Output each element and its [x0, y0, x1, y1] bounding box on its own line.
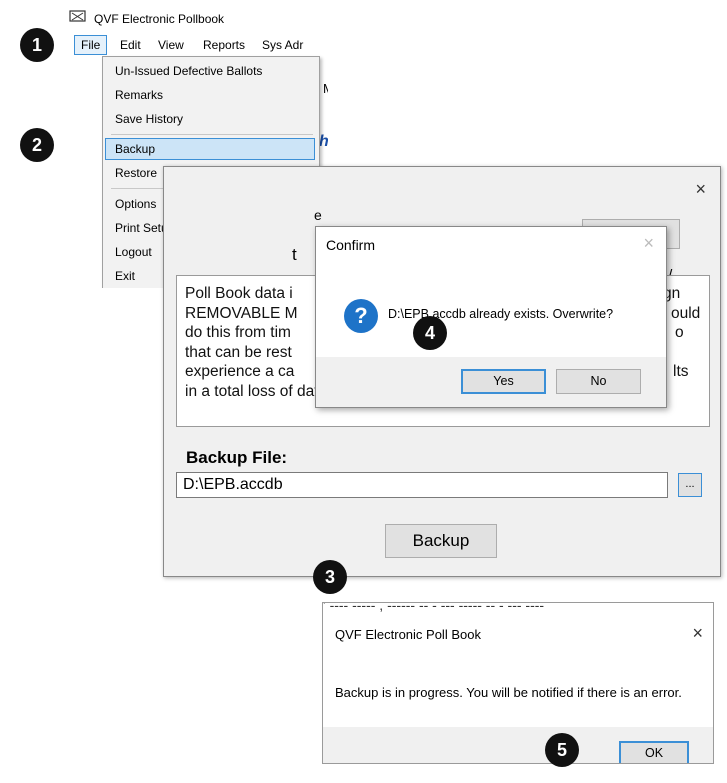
menu-separator	[111, 134, 313, 135]
description-line: REMOVABLE M	[185, 304, 298, 322]
menu-bar: File Edit View Reports Sys Adr	[66, 34, 328, 56]
app-title: QVF Electronic Pollbook	[94, 12, 225, 26]
yes-button[interactable]: Yes	[461, 369, 546, 394]
background-heading-fragment: h	[319, 133, 328, 150]
menu-item-exit[interactable]: Exit	[115, 269, 135, 283]
question-icon: ?	[344, 299, 378, 333]
backup-file-field[interactable]: D:\EPB.accdb	[176, 472, 668, 498]
description-line: that can be rest	[185, 343, 292, 361]
description-fragment: ould	[671, 304, 701, 322]
browse-button[interactable]: ...	[678, 473, 702, 497]
backup-label-fragment: e	[314, 207, 322, 223]
background-text-fragment: ' ---- ----- , ------ -- - --- ----- -- …	[323, 602, 545, 613]
close-icon[interactable]: ×	[643, 233, 654, 254]
menu-edit[interactable]: Edit	[120, 38, 141, 52]
progress-footer: OK	[323, 727, 713, 763]
background-text-fragment: MI	[323, 81, 328, 96]
menu-item-unissued-defective-ballots[interactable]: Un-Issued Defective Ballots	[115, 64, 262, 78]
close-icon[interactable]: ×	[695, 179, 706, 200]
description-line: experience a ca	[185, 363, 295, 380]
confirm-dialog: Confirm × ? D:\EPB.accdb already exists.…	[315, 226, 667, 408]
backup-file-label: Backup File:	[186, 448, 288, 467]
step-badge-1: 1	[20, 28, 54, 62]
menu-file[interactable]: File	[74, 35, 108, 55]
menu-item-options[interactable]: Options	[115, 197, 156, 211]
menu-item-restore[interactable]: Restore	[115, 166, 157, 180]
menu-sys-admin[interactable]: Sys Adr	[262, 38, 303, 52]
ok-button[interactable]: OK	[619, 741, 689, 763]
close-icon[interactable]: ×	[692, 623, 703, 644]
no-button[interactable]: No	[556, 369, 641, 394]
confirm-title: Confirm	[326, 237, 376, 253]
step-badge-2: 2	[20, 128, 54, 162]
description-line: in a total loss of data.	[185, 382, 332, 400]
menu-item-remarks[interactable]: Remarks	[115, 88, 163, 102]
menu-reports[interactable]: Reports	[203, 38, 245, 52]
backup-label-fragment: t	[292, 245, 297, 264]
description-fragment: lts	[673, 363, 689, 380]
confirm-footer: Yes No	[316, 357, 666, 407]
step-badge-3: 3	[313, 560, 347, 594]
menu-view[interactable]: View	[158, 38, 184, 52]
menu-item-logout[interactable]: Logout	[115, 245, 152, 259]
progress-message: Backup is in progress. You will be notif…	[335, 685, 682, 700]
progress-dialog: ' ---- ----- , ------ -- - --- ----- -- …	[322, 602, 714, 764]
description-fragment: o	[675, 324, 684, 341]
backup-button[interactable]: Backup	[385, 524, 497, 558]
menu-item-save-history[interactable]: Save History	[115, 112, 183, 126]
description-line: do this from tim	[185, 324, 291, 341]
progress-title: QVF Electronic Poll Book	[335, 627, 481, 642]
description-line: Poll Book data i	[185, 285, 293, 302]
step-badge-5: 5	[545, 733, 579, 767]
step-badge-4: 4	[413, 316, 447, 350]
menu-item-backup[interactable]: Backup	[115, 142, 155, 156]
pollbook-app-icon	[69, 10, 86, 22]
